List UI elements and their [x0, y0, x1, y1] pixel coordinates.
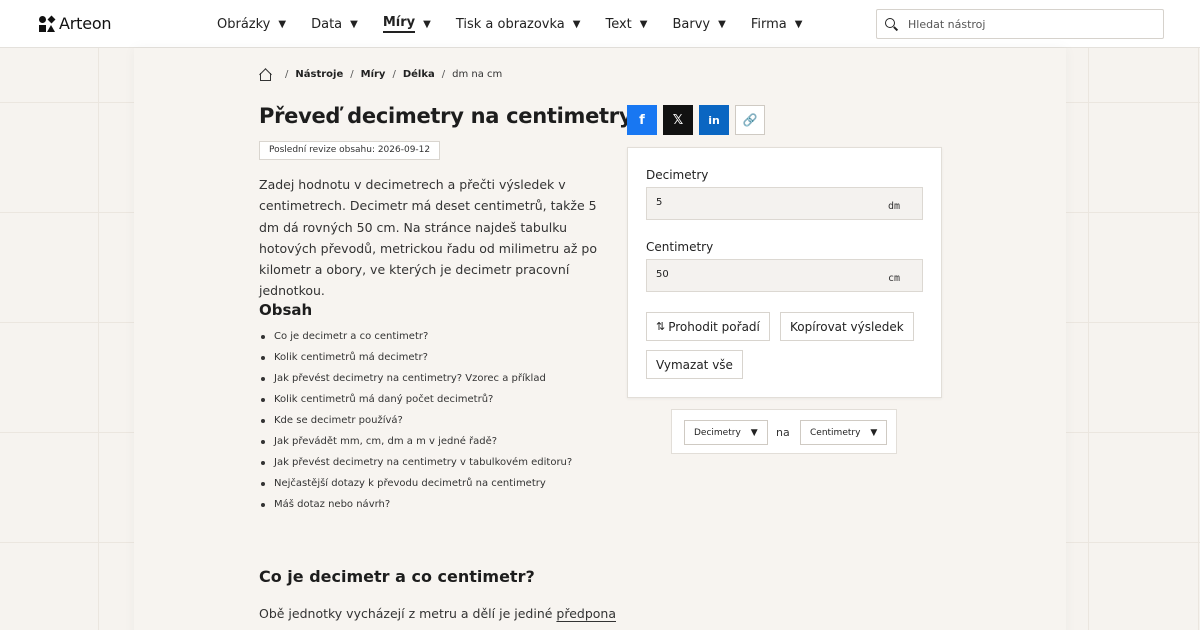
brand-logo-icon [39, 15, 56, 32]
clear-all-button[interactable]: Vymazat vše [646, 350, 743, 379]
to-unit-select[interactable]: Centimetry ▼ [800, 420, 888, 445]
converter-panel: Decimetry dm Centimetry cm ⇅ Prohodit po… [627, 147, 942, 398]
nav-item-obrazky[interactable]: Obrázky ▼ [217, 17, 286, 32]
swap-button[interactable]: ⇅ Prohodit pořadí [646, 312, 770, 341]
share-x-button[interactable]: 𝕏 [663, 105, 693, 135]
nav-item-label: Obrázky [217, 16, 271, 32]
nav-item-label: Data [311, 16, 343, 32]
linkedin-icon: in [708, 113, 720, 127]
section-text: Obě jednotky vycházejí z metru a dělí je… [259, 606, 616, 621]
breadcrumb-current: dm na cm [452, 69, 503, 80]
to-input[interactable] [656, 269, 856, 280]
to-label: Centimetry [646, 240, 714, 254]
toc-item[interactable]: Kde se decimetr používá? [259, 410, 572, 431]
breadcrumb-separator: / [285, 69, 289, 80]
search-box [876, 9, 1164, 39]
facebook-icon: f [639, 112, 645, 128]
section-text-start: Obě jednotky vycházejí z metru a dělí je… [259, 606, 557, 621]
main-nav: Obrázky ▼ Data ▼ Míry ▼ Tisk a obrazovka… [217, 0, 802, 48]
copy-link-button[interactable]: 🔗 [735, 105, 765, 135]
toc-item[interactable]: Nejčastější dotazy k převodu decimetrů n… [259, 473, 572, 494]
breadcrumb-separator: / [392, 69, 396, 80]
caret-down-icon: ▼ [350, 18, 358, 30]
toc-item[interactable]: Máš dotaz nebo návrh? [259, 494, 572, 515]
unit-picker: Decimetry ▼ na Centimetry ▼ [671, 409, 897, 454]
toc-item[interactable]: Jak převést decimetry na centimetry? Vzo… [259, 368, 572, 389]
caret-down-icon: ▼ [870, 427, 878, 438]
nav-item-data[interactable]: Data ▼ [311, 17, 358, 32]
nav-item-tisk[interactable]: Tisk a obrazovka ▼ [456, 17, 581, 32]
revision-badge: Poslední revize obsahu: 2026-09-12 [259, 141, 441, 160]
unit-connector: na [776, 426, 790, 439]
clear-all-label: Vymazat vše [656, 357, 733, 372]
caret-down-icon: ▼ [572, 18, 581, 30]
caret-down-icon: ▼ [750, 427, 758, 438]
breadcrumb-separator: / [350, 69, 354, 80]
copy-result-button[interactable]: Kopírovat výsledek [780, 312, 914, 341]
toc-list: Co je decimetr a co centimetr? Kolik cen… [259, 326, 572, 515]
from-unit: dm [887, 201, 900, 212]
x-icon: 𝕏 [672, 112, 684, 128]
caret-down-icon: ▼ [423, 18, 431, 30]
caret-down-icon: ▼ [278, 18, 287, 30]
share-linkedin-button[interactable]: in [699, 105, 729, 135]
nav-item-label: Míry [382, 15, 416, 33]
search-icon [885, 17, 898, 31]
from-label: Decimetry [646, 168, 709, 182]
to-unit-select-value: Centimetry [810, 427, 861, 438]
from-unit-select[interactable]: Decimetry ▼ [684, 420, 768, 445]
toc-item[interactable]: Jak převádět mm, cm, dm a m v jedné řadě… [259, 431, 572, 452]
caret-down-icon: ▼ [639, 18, 648, 30]
nav-item-miry[interactable]: Míry ▼ [382, 15, 431, 33]
breadcrumb-item[interactable]: Míry [361, 69, 386, 80]
page-title: Převeď decimetry na centimetry [259, 104, 633, 128]
breadcrumb-item[interactable]: Délka [403, 69, 435, 80]
section-title: Co je decimetr a co centimetr? [259, 567, 535, 586]
site-header: Arteon Obrázky ▼ Data ▼ Míry ▼ Tisk a ob… [0, 0, 1200, 48]
from-unit-select-value: Decimetry [694, 427, 741, 438]
copy-result-label: Kopírovat výsledek [790, 319, 904, 334]
toc-title: Obsah [259, 301, 313, 319]
toc-item[interactable]: Kolik centimetrů má daný počet decimetrů… [259, 389, 572, 410]
brand-logo[interactable]: Arteon [39, 14, 112, 33]
nav-item-text[interactable]: Text ▼ [605, 17, 647, 32]
swap-button-label: Prohodit pořadí [668, 319, 760, 334]
from-field[interactable]: dm [646, 187, 923, 220]
nav-item-label: Tisk a obrazovka [455, 16, 565, 32]
toc-item[interactable]: Kolik centimetrů má decimetr? [259, 347, 572, 368]
nav-item-label: Text [605, 16, 632, 32]
toc-item[interactable]: Jak převést decimetry na centimetry v ta… [259, 452, 572, 473]
nav-item-label: Barvy [672, 16, 711, 32]
swap-icon: ⇅ [656, 320, 665, 333]
breadcrumb-item[interactable]: Nástroje [295, 69, 343, 80]
home-icon[interactable] [259, 69, 271, 81]
breadcrumb: / Nástroje / Míry / Délka / dm na cm [259, 69, 503, 81]
caret-down-icon: ▼ [718, 18, 726, 30]
nav-item-firma[interactable]: Firma ▼ [751, 17, 803, 32]
share-bar: f 𝕏 in 🔗 [627, 105, 765, 135]
nav-item-label: Firma [750, 16, 787, 32]
breadcrumb-separator: / [441, 69, 446, 80]
section-link[interactable]: předpona [556, 606, 616, 621]
link-icon: 🔗 [742, 113, 758, 127]
from-input[interactable] [656, 197, 856, 208]
search-input[interactable] [908, 17, 1148, 31]
caret-down-icon: ▼ [794, 18, 803, 30]
nav-item-barvy[interactable]: Barvy ▼ [672, 17, 725, 32]
to-unit: cm [887, 273, 900, 284]
to-field[interactable]: cm [646, 259, 923, 292]
share-facebook-button[interactable]: f [627, 105, 657, 135]
brand-name: Arteon [59, 14, 112, 33]
intro-text: Zadej hodnotu v decimetrech a přečti výs… [259, 177, 597, 299]
toc-item[interactable]: Co je decimetr a co centimetr? [259, 326, 572, 347]
